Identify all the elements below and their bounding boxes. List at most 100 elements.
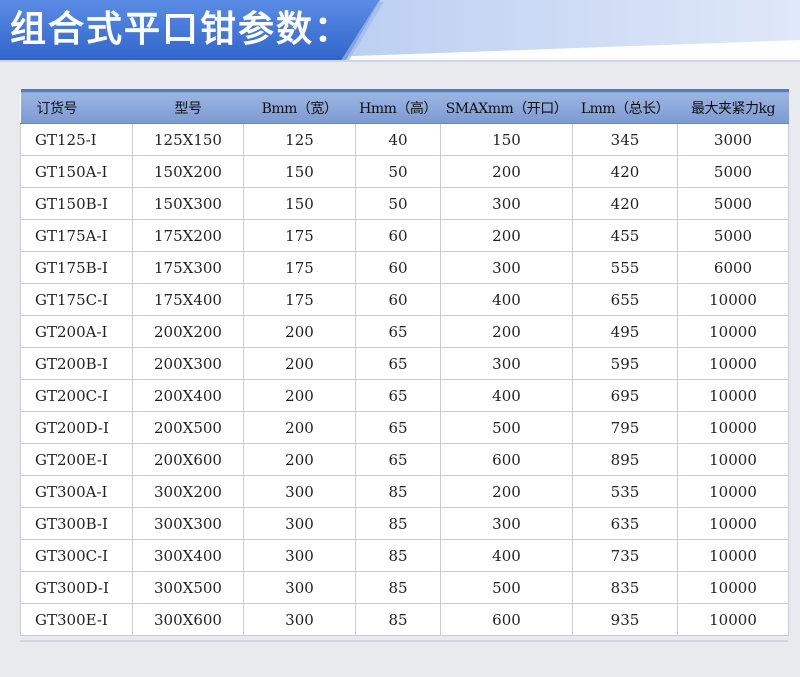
table-row: GT150B-I 150X300 150 50 300 420 5000 [20,187,789,220]
table-cell: 150 [243,155,356,188]
spec-table-container: 订货号 型号 Bmm（宽） Hmm（高） SMAXmm（开口） Lmm（总长） 最大夹紧力k… [20,89,789,636]
table-row: GT300C-I 300X400 300 85 400 735 10000 [20,539,789,572]
table-cell: 65 [355,347,441,380]
table-cell: 200 [440,155,573,188]
table-cell: 200 [243,443,356,476]
column-header: 最大夹紧力kg [677,89,789,124]
title-banner: 组合式平口钳参数： [0,0,800,62]
table-cell: 85 [355,571,441,604]
table-cell: 65 [355,411,441,444]
table-cell: 400 [440,539,573,572]
table-cell: 150X300 [132,187,244,220]
table-cell: 5000 [677,219,789,252]
column-header: SMAXmm（开口） [440,89,573,124]
column-header: Bmm（宽） [243,89,356,124]
table-cell: 300 [243,539,356,572]
table-cell: 300 [440,187,573,220]
table-cell: 400 [440,283,573,316]
table-cell: 300X500 [132,571,244,604]
table-cell: 50 [355,187,441,220]
table-row: GT300B-I 300X300 300 85 300 635 10000 [20,507,789,540]
table-cell: 345 [572,123,678,156]
table-cell: GT175B-I [20,251,133,284]
table-row: GT175A-I 175X200 175 60 200 455 5000 [20,219,789,252]
table-cell: 635 [572,507,678,540]
table-cell: 6000 [677,251,789,284]
table-cell: GT300D-I [20,571,133,604]
table-row: GT125-I 125X150 125 40 150 345 3000 [20,123,789,156]
table-cell: 60 [355,251,441,284]
column-header: 型号 [132,89,244,124]
table-cell: 85 [355,475,441,508]
table-cell: 65 [355,443,441,476]
table-cell: 500 [440,571,573,604]
table-body: GT125-I 125X150 125 40 150 345 3000 GT150A-I 150… [20,123,789,636]
table-cell: 10000 [677,507,789,540]
table-row: GT200D-I 200X500 200 65 500 795 10000 [20,411,789,444]
table-cell: 5000 [677,187,789,220]
table-cell: 10000 [677,283,789,316]
table-cell: 735 [572,539,678,572]
table-cell: 555 [572,251,678,284]
table-cell: 300X300 [132,507,244,540]
table-cell: 85 [355,539,441,572]
table-cell: 65 [355,315,441,348]
table-cell: 300 [440,507,573,540]
table-cell: 300 [243,571,356,604]
table-cell: GT125-I [20,123,133,156]
table-row: GT300D-I 300X500 300 85 500 835 10000 [20,571,789,604]
table-cell: 10000 [677,411,789,444]
table-row: GT175B-I 175X300 175 60 300 555 6000 [20,251,789,284]
table-row: GT200B-I 200X300 200 65 300 595 10000 [20,347,789,380]
table-cell: 600 [440,443,573,476]
table-cell: 10000 [677,347,789,380]
table-cell: 795 [572,411,678,444]
table-cell: 5000 [677,155,789,188]
table-cell: 10000 [677,315,789,348]
table-cell: 10000 [677,571,789,604]
table-cell: 175X400 [132,283,244,316]
table-cell: 85 [355,507,441,540]
column-header: 订货号 [20,89,133,124]
table-cell: 300 [243,507,356,540]
table-cell: 300 [243,603,356,636]
table-cell: 695 [572,379,678,412]
table-row: GT300A-I 300X200 300 85 200 535 10000 [20,475,789,508]
table-cell: 200 [440,219,573,252]
table-cell: GT300A-I [20,475,133,508]
table-cell: GT300B-I [20,507,133,540]
table-cell: 895 [572,443,678,476]
table-cell: 125 [243,123,356,156]
table-cell: 10000 [677,443,789,476]
table-cell: 835 [572,571,678,604]
table-cell: 655 [572,283,678,316]
table-cell: 495 [572,315,678,348]
spec-table: 订货号 型号 Bmm（宽） Hmm（高） SMAXmm（开口） Lmm（总长） 最大夹紧力k… [20,89,789,636]
table-cell: 455 [572,219,678,252]
table-cell: 60 [355,283,441,316]
table-cell: 300X400 [132,539,244,572]
table-cell: 200X200 [132,315,244,348]
table-cell: 150 [440,123,573,156]
table-cell: 300X200 [132,475,244,508]
table-cell: 175X200 [132,219,244,252]
table-cell: 85 [355,603,441,636]
table-cell: 400 [440,379,573,412]
table-cell: 200X400 [132,379,244,412]
table-cell: GT175C-I [20,283,133,316]
table-cell: GT200E-I [20,443,133,476]
table-cell: 600 [440,603,573,636]
table-cell: GT300C-I [20,539,133,572]
table-row: GT200C-I 200X400 200 65 400 695 10000 [20,379,789,412]
table-bottom-divider [20,640,788,642]
table-cell: 175 [243,283,356,316]
table-cell: GT200D-I [20,411,133,444]
table-row: GT300E-I 300X600 300 85 600 935 10000 [20,603,789,636]
table-cell: 200 [243,315,356,348]
table-cell: 200X300 [132,347,244,380]
table-cell: 420 [572,187,678,220]
table-cell: 935 [572,603,678,636]
table-cell: 175 [243,219,356,252]
table-cell: GT200A-I [20,315,133,348]
table-cell: 10000 [677,603,789,636]
